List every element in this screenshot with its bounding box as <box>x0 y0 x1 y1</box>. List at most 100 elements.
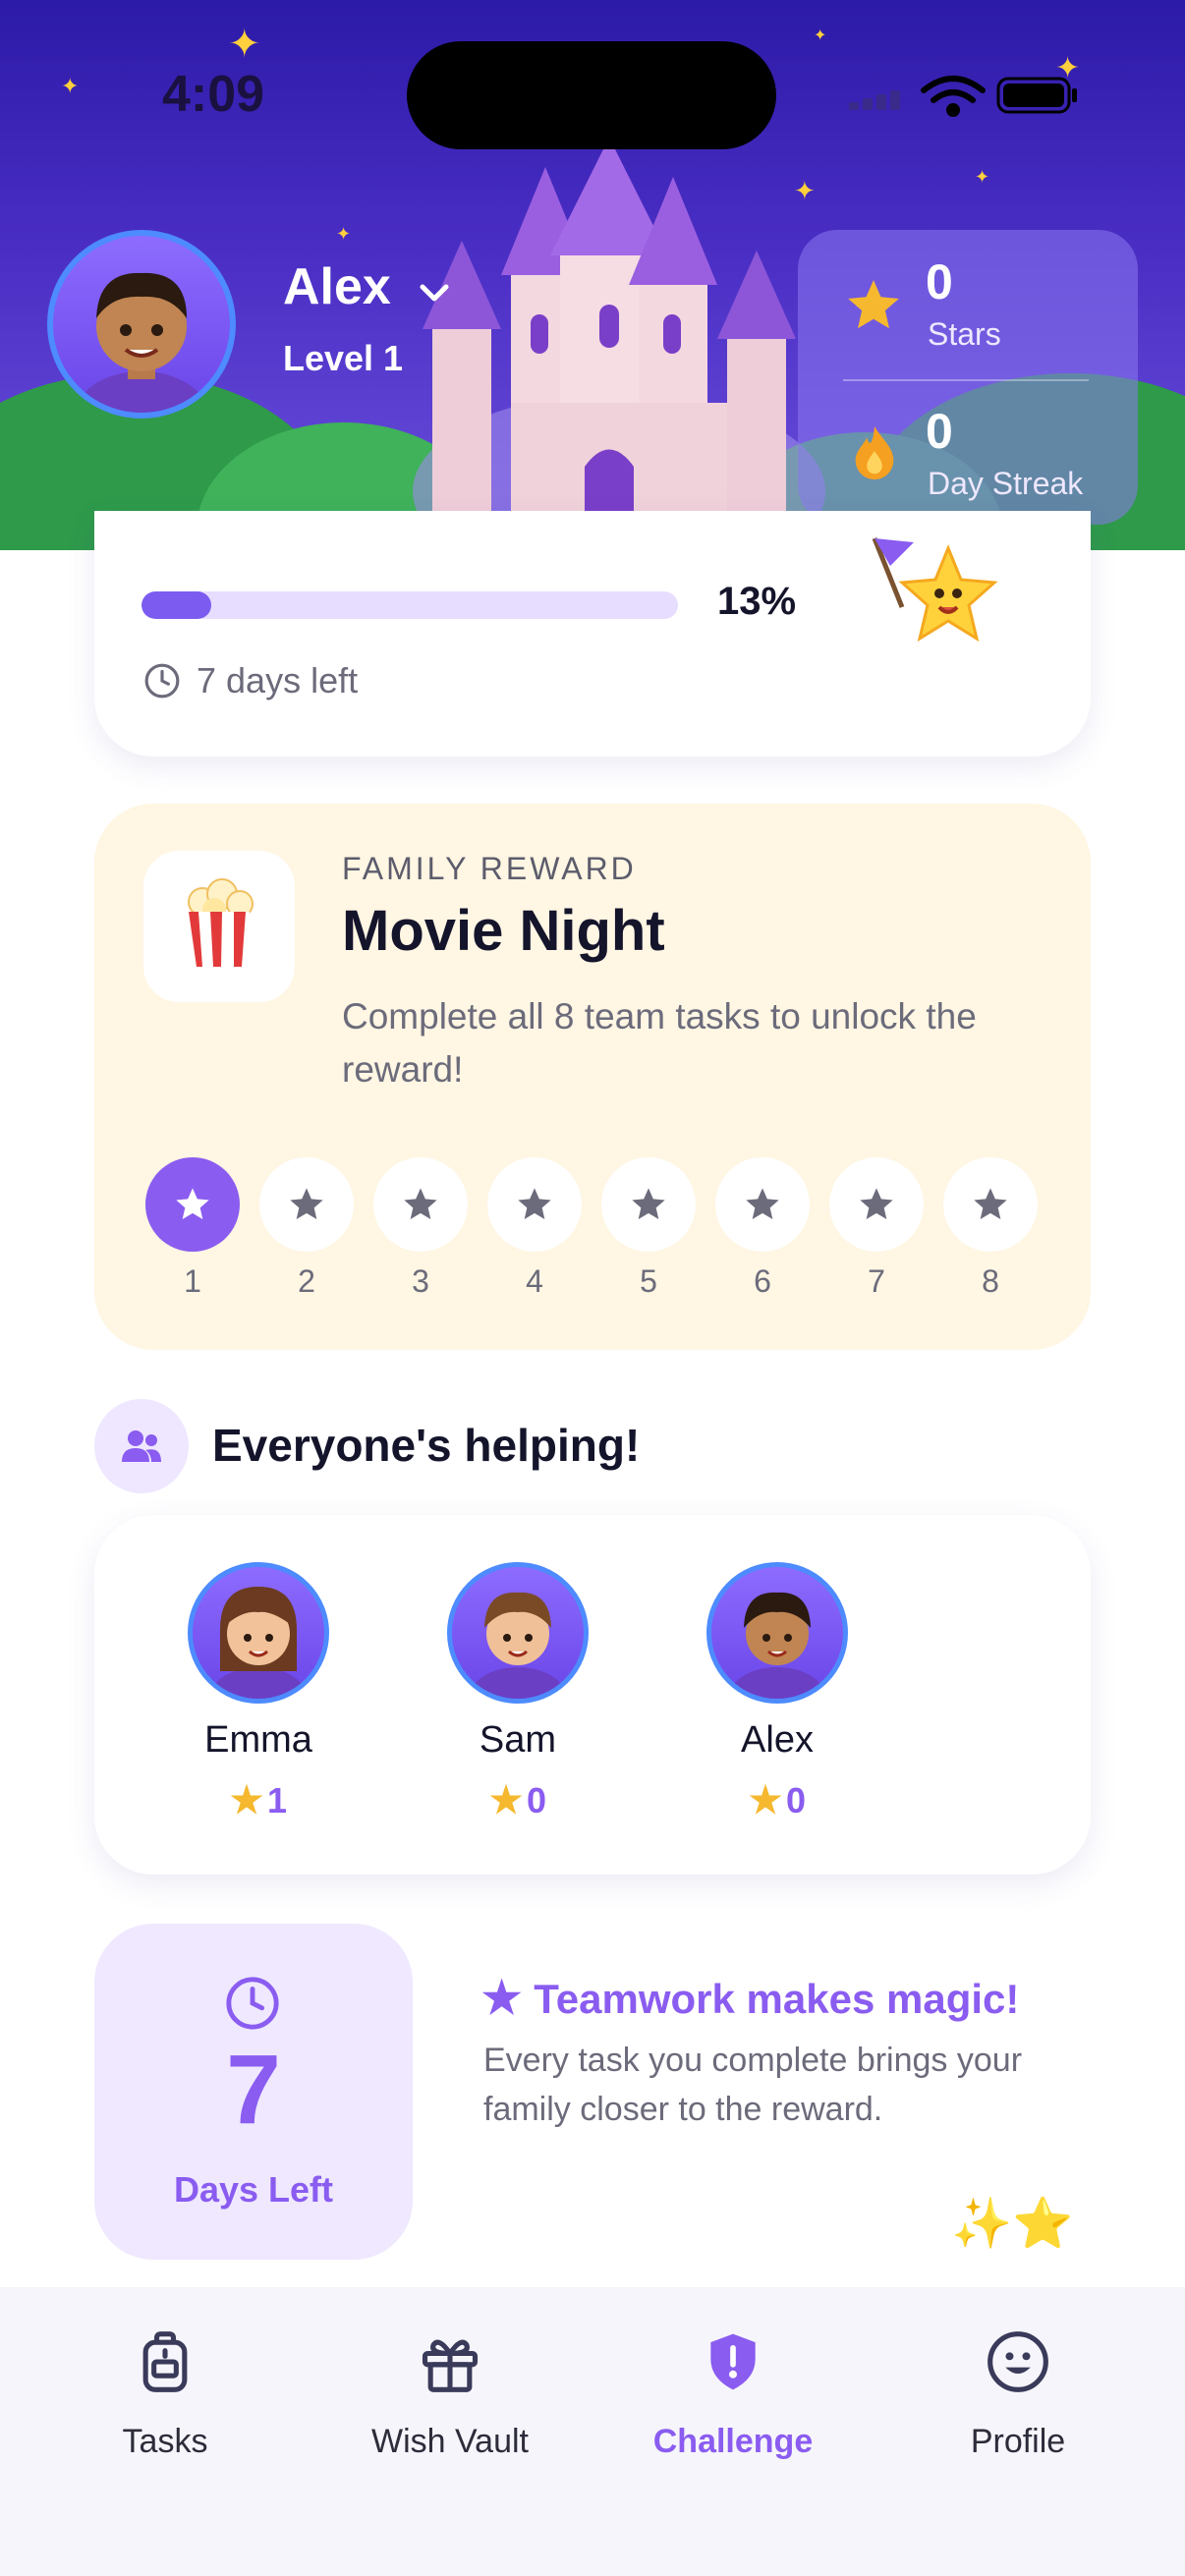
girl-avatar-icon <box>209 1587 308 1699</box>
sparkle-icon: ✦ <box>814 26 827 44</box>
avatar <box>447 1562 589 1704</box>
star-icon <box>290 1188 323 1219</box>
star-icon <box>632 1188 665 1219</box>
member-stars: ★ 0 <box>748 1780 807 1821</box>
stats-divider <box>843 379 1089 381</box>
star-icon <box>518 1188 551 1219</box>
people-icon <box>122 1430 161 1462</box>
clock-icon <box>144 663 180 699</box>
status-time: 4:09 <box>162 66 265 123</box>
helpers-title: Everyone's helping! <box>212 1420 641 1471</box>
sparkle-icon: ✦ <box>336 224 352 245</box>
task-step-8 <box>943 1157 1038 1252</box>
tab-challenge[interactable]: Challenge <box>615 2328 851 2466</box>
task-step-5 <box>601 1157 696 1252</box>
signal-icon <box>849 90 900 110</box>
progress-bar <box>141 591 678 619</box>
task-step-2 <box>259 1157 354 1252</box>
member-alex[interactable]: Alex ★ 0 <box>679 1562 875 1837</box>
task-step-3 <box>373 1157 468 1252</box>
sparkle-icon: ✦ <box>61 75 80 99</box>
progress-bar-fill <box>141 591 211 619</box>
task-step-number: 6 <box>754 1263 771 1299</box>
dynamic-island <box>407 41 776 149</box>
member-stars: ★ 0 <box>488 1780 547 1821</box>
progress-percent: 13% <box>717 580 797 623</box>
task-step-number: 5 <box>640 1263 657 1299</box>
task-step-number: 3 <box>412 1263 429 1299</box>
gift-icon <box>422 2339 479 2392</box>
boy-avatar-icon <box>469 1592 567 1699</box>
boy-avatar-icon <box>77 272 206 413</box>
task-step-7 <box>829 1157 924 1252</box>
task-step-number: 2 <box>298 1263 315 1299</box>
stars-count: 0 <box>926 254 953 309</box>
tab-label: Tasks <box>122 2423 208 2460</box>
clock-icon <box>226 1977 279 2030</box>
task-step-1 <box>145 1157 240 1252</box>
tab-label: Wish Vault <box>371 2423 529 2460</box>
teamwork-description: Every task you complete brings your fami… <box>483 2042 1023 2128</box>
reward-title: Movie Night <box>342 899 665 963</box>
stars-label: Stars <box>928 316 1001 352</box>
star-icon <box>404 1188 437 1219</box>
tab-label: Challenge <box>652 2423 814 2460</box>
boy-avatar-icon <box>728 1592 826 1699</box>
star-icon <box>974 1188 1007 1219</box>
popcorn-icon <box>188 878 254 967</box>
member-sam[interactable]: Sam ★ 0 <box>420 1562 616 1837</box>
reward-description: Complete all 8 team tasks to unlock the … <box>342 996 977 1090</box>
sparkles-icon: ✨⭐ <box>951 2195 1074 2252</box>
backpack-icon <box>142 2331 188 2392</box>
member-emma[interactable]: Emma ★ 1 <box>160 1562 357 1837</box>
member-stars: ★ 1 <box>229 1780 288 1821</box>
star-icon <box>746 1188 779 1219</box>
star-icon: ★ <box>481 1972 523 2023</box>
status-indicators <box>849 76 1077 117</box>
days-left-label: Days Left <box>173 2169 334 2210</box>
task-step-number: 8 <box>982 1263 999 1299</box>
star-icon: ★ <box>229 1780 264 1821</box>
member-name: Alex <box>741 1719 814 1761</box>
sparkle-icon: ✦ <box>228 22 261 67</box>
days-left-text: 7 days left <box>197 660 359 700</box>
smiley-icon <box>988 2331 1048 2392</box>
reward-icon-box <box>143 851 295 1002</box>
castle-illustration <box>423 138 796 531</box>
star-icon: ★ <box>748 1780 783 1821</box>
flame-icon <box>855 425 894 480</box>
task-step-number: 1 <box>184 1263 201 1299</box>
star-icon <box>848 280 899 329</box>
reward-eyebrow: FAMILY REWARD <box>342 851 637 886</box>
user-level: Level 1 <box>283 338 404 378</box>
task-step-4 <box>487 1157 582 1252</box>
sparkle-icon: ✦ <box>975 167 990 188</box>
helpers-icon-circle <box>94 1399 189 1493</box>
star-icon <box>860 1188 893 1219</box>
tab-label: Profile <box>970 2423 1066 2460</box>
user-avatar[interactable] <box>47 230 236 419</box>
task-step-number: 4 <box>526 1263 543 1299</box>
header-banner: ✦ ✦ ✦ ✦ ✦ ✦ ✦ 4:09 Alex Level 1 0 Stars … <box>0 0 1185 550</box>
member-name: Emma <box>204 1719 312 1761</box>
streak-label: Day Streak <box>928 466 1084 501</box>
battery-icon <box>996 77 1077 114</box>
member-name: Sam <box>479 1719 557 1761</box>
tab-wish-vault[interactable]: Wish Vault <box>332 2328 568 2466</box>
task-step-6 <box>715 1157 810 1252</box>
chevron-down-icon[interactable] <box>415 273 454 312</box>
avatar <box>188 1562 329 1704</box>
shield-icon <box>710 2333 756 2390</box>
avatar <box>706 1562 848 1704</box>
star-mascot-icon <box>872 537 998 643</box>
tab-tasks[interactable]: Tasks <box>47 2328 283 2466</box>
star-icon <box>176 1188 209 1219</box>
star-icon: ★ <box>488 1780 524 1821</box>
teamwork-title: ★ Teamwork makes magic! <box>481 1972 1020 2023</box>
task-step-number: 7 <box>868 1263 885 1299</box>
tab-profile[interactable]: Profile <box>900 2328 1136 2466</box>
days-left-number: 7 <box>226 2035 281 2145</box>
user-name[interactable]: Alex <box>283 257 391 316</box>
streak-count: 0 <box>926 404 953 459</box>
wifi-icon <box>921 76 986 117</box>
